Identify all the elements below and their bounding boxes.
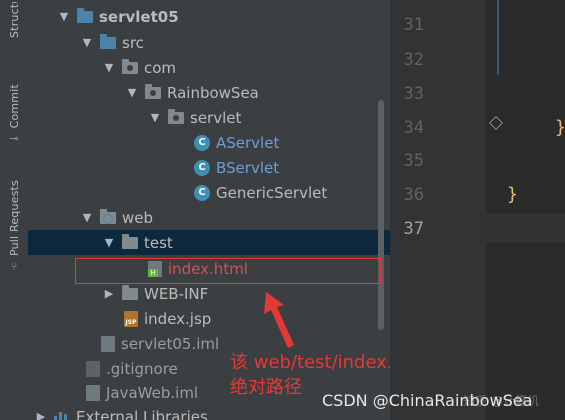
chevron-down-icon[interactable]: ▼: [102, 236, 116, 249]
chevron-down-icon[interactable]: ▼: [102, 61, 116, 74]
chevron-right-icon[interactable]: ▶: [34, 410, 48, 420]
line-number: 32: [403, 50, 424, 70]
package-icon: [168, 108, 184, 124]
pull-request-icon: ⑂: [10, 260, 18, 274]
java-class-icon: C: [194, 134, 210, 151]
current-line-highlight: [486, 213, 565, 243]
tree-item-index-jsp[interactable]: ▼ JSP index.jsp: [28, 306, 390, 331]
tree-item-web-inf[interactable]: ▶ WEB-INF: [28, 281, 390, 306]
pull-requests-tool-label: Pull Requests: [7, 180, 21, 257]
folder-icon: [122, 284, 138, 300]
source-folder-icon: [100, 33, 116, 49]
code-brace: }: [555, 117, 565, 138]
line-number-current: 37: [403, 219, 424, 239]
line-number: 33: [403, 84, 424, 104]
libraries-icon: [54, 410, 70, 420]
pull-requests-tool-button[interactable]: Pull Requests ⑂: [0, 180, 28, 273]
tree-item-label: GenericServlet: [216, 183, 328, 202]
tree-item-label: com: [144, 58, 177, 77]
tree-item-label: servlet: [190, 108, 242, 127]
tree-item-label: servlet05: [99, 7, 179, 26]
tree-item-label: .gitignore: [106, 359, 178, 378]
commit-icon: ⊸: [9, 132, 19, 146]
chevron-down-icon[interactable]: ▼: [125, 86, 139, 99]
line-number: 34: [403, 118, 424, 138]
annotation-highlight-box: [75, 258, 381, 284]
chevron-down-icon[interactable]: ▼: [80, 211, 94, 224]
chevron-right-icon[interactable]: ▶: [102, 287, 116, 300]
tree-item-aservlet[interactable]: ▼ C AServlet: [28, 130, 390, 155]
tree-item-label: AServlet: [216, 133, 280, 152]
gitignore-file-icon: [86, 360, 100, 377]
package-icon: [145, 83, 161, 99]
tree-item-label: test: [144, 233, 173, 252]
java-class-icon: C: [194, 184, 210, 201]
iml-file-icon: [101, 335, 115, 352]
chevron-down-icon[interactable]: ▼: [80, 36, 94, 49]
tree-item-rainbowsea[interactable]: ▼ RainbowSea: [28, 80, 390, 105]
folder-icon: [122, 233, 138, 249]
tree-item-com[interactable]: ▼ com: [28, 55, 390, 80]
tree-item-label: index.jsp: [144, 309, 212, 328]
tree-item-bservlet[interactable]: ▼ C BServlet: [28, 155, 390, 180]
tree-item-src[interactable]: ▼ src: [28, 30, 390, 55]
tree-item-label: servlet05.iml: [121, 334, 220, 353]
line-number: 31: [403, 15, 424, 35]
tree-item-label: RainbowSea: [167, 83, 259, 102]
tree-item-genericservlet[interactable]: ▼ C GenericServlet: [28, 180, 390, 205]
structure-tool-button[interactable]: Structure: [0, 2, 28, 38]
tree-item-label: JavaWeb.iml: [106, 383, 199, 402]
tree-item-label: BServlet: [216, 158, 280, 177]
module-folder-icon: [77, 7, 93, 23]
iml-file-icon: [86, 384, 100, 401]
jsp-file-icon: JSP: [124, 310, 138, 327]
chevron-down-icon[interactable]: ▼: [148, 111, 162, 124]
java-class-icon: C: [194, 159, 210, 176]
tool-window-strip: Structure Commit ⊸ Pull Requests ⑂: [0, 0, 29, 420]
tree-item-label: web: [122, 208, 154, 227]
commit-tool-label: Commit: [7, 84, 21, 129]
package-icon: [122, 58, 138, 74]
web-folder-icon: [100, 208, 116, 224]
watermark-text: CSDN @ChinaRainbowSea: [322, 391, 533, 410]
tree-item-label: External Libraries: [76, 407, 208, 420]
code-brace: }: [507, 184, 518, 205]
tree-item-label: src: [122, 33, 144, 52]
commit-tool-button[interactable]: Commit ⊸: [0, 84, 28, 145]
chevron-down-icon[interactable]: ▼: [57, 10, 71, 23]
tree-item-servlet05[interactable]: ▼ servlet05: [28, 4, 390, 29]
structure-tool-label: Structure: [7, 2, 21, 38]
indent-guide: [497, 0, 499, 75]
line-number: 35: [403, 151, 424, 171]
tree-item-web[interactable]: ▼ web: [28, 205, 390, 230]
tree-item-servlet-package[interactable]: ▼ servlet: [28, 105, 390, 130]
annotation-arrow-icon: [264, 292, 294, 348]
tree-item-label: WEB-INF: [144, 284, 209, 303]
tree-item-test[interactable]: ▼ test: [28, 230, 390, 255]
tree-scrollbar[interactable]: [378, 100, 384, 330]
line-number: 36: [403, 185, 424, 205]
